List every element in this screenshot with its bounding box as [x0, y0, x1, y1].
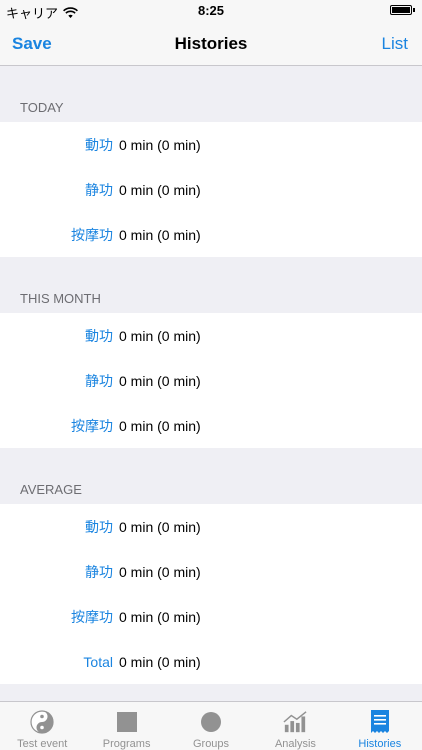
tab-bar: Test event Programs Groups Analysis Hist…	[0, 701, 422, 750]
row-label: 静功	[85, 563, 113, 580]
row-label: 動功	[85, 518, 113, 535]
row-label: 按摩功	[71, 226, 113, 243]
section-average: 動功 0 min (0 min) 静功 0 min (0 min) 按摩功 0 …	[0, 504, 422, 684]
list-item: Total 0 min (0 min)	[0, 639, 422, 684]
page-title: Histories	[174, 34, 248, 53]
status-time: 8:25	[197, 3, 225, 18]
list-item: 按摩功 0 min (0 min)	[0, 594, 422, 639]
list-item: 動功 0 min (0 min)	[0, 122, 422, 167]
tab-label: Histories	[358, 738, 402, 750]
list-item: 静功 0 min (0 min)	[0, 358, 422, 403]
list-item: 按摩功 0 min (0 min)	[0, 403, 422, 448]
row-value: 0 min (0 min)	[119, 327, 201, 344]
tab-label: Groups	[192, 738, 230, 750]
list-item: 静功 0 min (0 min)	[0, 167, 422, 212]
tab-label: Analysis	[274, 738, 316, 750]
tab-label: Programs	[102, 738, 151, 750]
row-value: 0 min (0 min)	[119, 518, 201, 535]
row-label: 按摩功	[71, 608, 113, 625]
tab-test-event[interactable]: Test event	[0, 702, 84, 750]
tab-analysis[interactable]: Analysis	[253, 702, 337, 750]
list-item: 動功 0 min (0 min)	[0, 504, 422, 549]
navigation-bar: Save Histories List	[0, 22, 422, 66]
tab-histories[interactable]: Histories	[338, 702, 422, 750]
row-value: 0 min (0 min)	[119, 417, 201, 434]
row-value: 0 min (0 min)	[119, 372, 201, 389]
row-label: 静功	[85, 181, 113, 198]
status-bar: キャリア 8:25	[0, 0, 422, 22]
section-header-average: AVERAGE	[20, 482, 82, 497]
bar-chart-icon	[283, 710, 307, 734]
section-header-today: TODAY	[20, 100, 64, 115]
row-label: 静功	[85, 372, 113, 389]
section-header-this-month: THIS MONTH	[20, 291, 101, 306]
list-button[interactable]: List	[382, 34, 408, 54]
row-label: 動功	[85, 327, 113, 344]
tab-label: Test event	[17, 738, 68, 750]
row-value: 0 min (0 min)	[119, 653, 201, 670]
battery-icon	[390, 5, 415, 15]
row-value: 0 min (0 min)	[119, 226, 201, 243]
section-this-month: 動功 0 min (0 min) 静功 0 min (0 min) 按摩功 0 …	[0, 313, 422, 448]
row-value: 0 min (0 min)	[119, 563, 201, 580]
square-icon	[115, 710, 139, 734]
list-item: 動功 0 min (0 min)	[0, 313, 422, 358]
histories-content: TODAY 動功 0 min (0 min) 静功 0 min (0 min) …	[0, 66, 422, 684]
row-label: 動功	[85, 136, 113, 153]
yin-yang-icon	[30, 710, 54, 734]
row-label: Total	[83, 653, 113, 670]
row-value: 0 min (0 min)	[119, 608, 201, 625]
row-label: 按摩功	[71, 417, 113, 434]
row-value: 0 min (0 min)	[119, 181, 201, 198]
list-item: 按摩功 0 min (0 min)	[0, 212, 422, 257]
section-today: 動功 0 min (0 min) 静功 0 min (0 min) 按摩功 0 …	[0, 122, 422, 257]
row-value: 0 min (0 min)	[119, 136, 201, 153]
circle-icon	[199, 710, 223, 734]
list-item: 静功 0 min (0 min)	[0, 549, 422, 594]
tab-groups[interactable]: Groups	[169, 702, 253, 750]
tab-programs[interactable]: Programs	[84, 702, 168, 750]
receipt-icon	[368, 710, 392, 734]
